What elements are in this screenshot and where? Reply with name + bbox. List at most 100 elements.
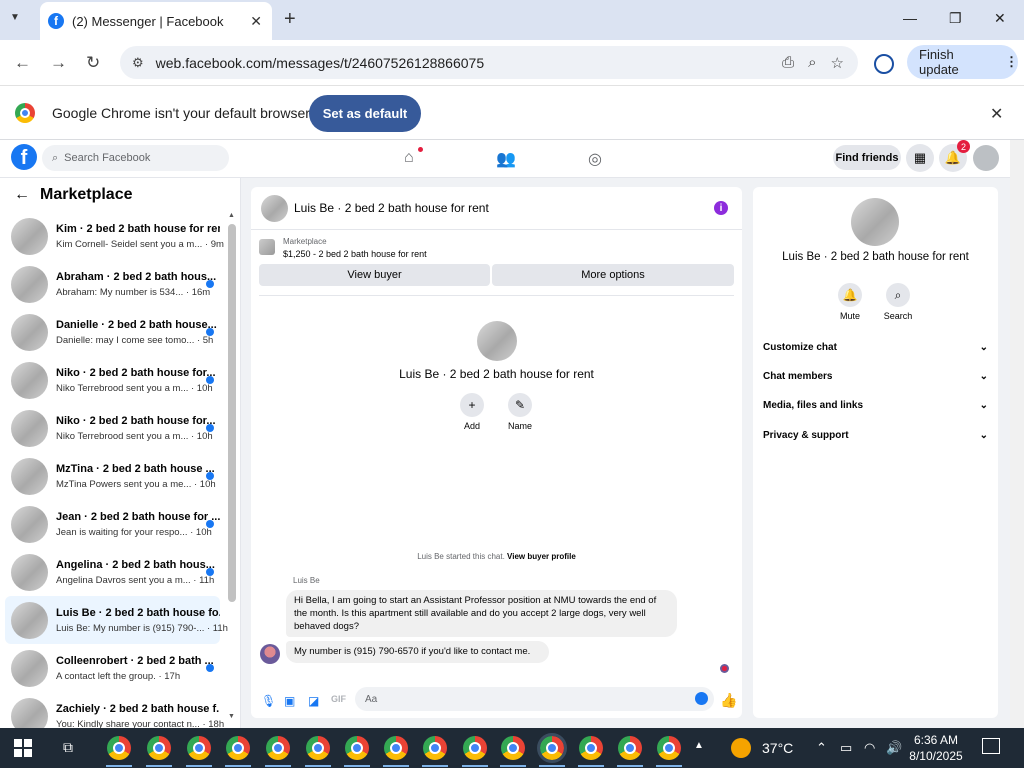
conversation-item[interactable]: MzTina · 2 bed 2 bath house ... MzTina Po…	[5, 452, 220, 500]
conversation-item[interactable]: Kim · 2 bed 2 bath house for rent Kim Cor…	[5, 212, 224, 260]
chat-members-section[interactable]: Chat members ⌄	[763, 371, 988, 382]
chat-title[interactable]: Luis Be · 2 bed 2 bath house for rent	[294, 201, 714, 215]
sidebar-scrollbar[interactable]	[228, 224, 236, 602]
show-hidden-icons-icon[interactable]: ⌃	[816, 740, 827, 756]
name-action[interactable]: ✎ Name	[500, 393, 540, 431]
listing-thumbnail[interactable]	[259, 239, 275, 255]
profile-icon[interactable]	[874, 54, 894, 74]
media-files-links-section[interactable]: Media, files and links ⌄	[763, 400, 988, 411]
chrome-taskbar-icon[interactable]	[463, 736, 487, 760]
scroll-up-icon[interactable]: ▲	[228, 212, 235, 219]
chrome-taskbar-icon[interactable]	[579, 736, 603, 760]
scroll-down-icon[interactable]: ▼	[228, 713, 235, 720]
tray-scroll-arrows-icon[interactable]: ▲	[694, 740, 704, 751]
view-buyer-button[interactable]: View buyer	[259, 264, 490, 286]
chrome-taskbar-icon[interactable]	[107, 736, 131, 760]
sticker-icon[interactable]: ◪	[308, 694, 319, 708]
url-text[interactable]: web.facebook.com/messages/t/246075261288…	[156, 55, 782, 71]
conversation-info-icon[interactable]: i	[714, 201, 728, 215]
temperature-text[interactable]: 37°C	[762, 740, 793, 756]
groups-icon[interactable]: ◎	[588, 149, 602, 169]
close-window-icon[interactable]: ✕	[994, 10, 1006, 27]
conversation-item[interactable]: Abraham · 2 bed 2 bath hous... Abraham: M…	[5, 260, 220, 308]
emoji-icon[interactable]	[695, 692, 708, 705]
conversation-item[interactable]: Zachiely · 2 bed 2 bath house f... You: K…	[5, 692, 224, 728]
sender-avatar[interactable]	[260, 644, 280, 664]
set-as-default-button[interactable]: Set as default	[309, 95, 421, 132]
search-action[interactable]: ⌕ Search	[878, 283, 918, 321]
conversation-item[interactable]: Niko · 2 bed 2 bath house for... Niko Ter…	[5, 404, 220, 452]
listing-title[interactable]: $1,250 - 2 bed 2 bath house for rent	[283, 249, 427, 259]
restore-icon[interactable]: ❐	[949, 10, 962, 27]
volume-icon[interactable]: 🔊	[886, 740, 902, 756]
chrome-taskbar-icon[interactable]	[147, 736, 171, 760]
more-options-button[interactable]: More options	[492, 264, 734, 286]
pencil-icon[interactable]: ✎	[508, 393, 532, 417]
add-action[interactable]: + Add	[452, 393, 492, 431]
weather-sun-icon[interactable]	[731, 738, 751, 758]
home-icon[interactable]: ⌂	[404, 149, 414, 167]
wifi-icon[interactable]: ◠	[864, 740, 875, 756]
close-tab-icon[interactable]: ✕	[250, 13, 262, 30]
chrome-taskbar-icon[interactable]	[345, 736, 369, 760]
thumbs-up-icon[interactable]: 👍	[720, 692, 737, 709]
privacy-support-section[interactable]: Privacy & support ⌄	[763, 430, 988, 441]
finish-update-button[interactable]: Finish update ⋮	[907, 45, 1018, 79]
gif-icon[interactable]: GIF	[331, 694, 346, 704]
device-icon[interactable]: ▭	[840, 740, 852, 756]
conversation-item[interactable]: Colleenrobert · 2 bed 2 bath ... A contac…	[5, 644, 220, 692]
reload-icon[interactable]: ↻	[86, 53, 100, 73]
microphone-icon[interactable]: 🎙	[261, 694, 276, 708]
chrome-taskbar-icon[interactable]	[306, 736, 330, 760]
add-person-icon[interactable]: +	[460, 393, 484, 417]
forward-icon[interactable]: →	[50, 53, 67, 73]
find-friends-button[interactable]: Find friends	[833, 145, 901, 170]
chrome-taskbar-icon[interactable]	[537, 733, 567, 763]
conversation-item[interactable]: Niko · 2 bed 2 bath house for... Niko Ter…	[5, 356, 220, 404]
facebook-logo-icon[interactable]: f	[11, 144, 37, 170]
account-avatar[interactable]	[973, 145, 999, 171]
chrome-taskbar-icon[interactable]	[187, 736, 211, 760]
message-bubble[interactable]: Hi Bella, I am going to start an Assista…	[286, 590, 677, 637]
new-tab-plus-icon[interactable]: +	[284, 8, 296, 31]
tab-search-chevron-icon[interactable]: ▼	[10, 12, 20, 23]
search-icon[interactable]: ⌕	[886, 283, 910, 307]
conversation-item[interactable]: Jean · 2 bed 2 bath house for ... Jean is…	[5, 500, 220, 548]
mute-action[interactable]: 🔔 Mute	[830, 283, 870, 321]
page-scrollbar[interactable]	[1010, 140, 1024, 728]
install-app-icon[interactable]: ⎙	[782, 54, 794, 71]
chrome-taskbar-icon[interactable]	[266, 736, 290, 760]
zoom-icon[interactable]: ⌕	[808, 54, 816, 71]
minimize-icon[interactable]: —	[903, 10, 917, 26]
message-input[interactable]: Aa	[355, 687, 714, 711]
clock[interactable]: 6:36 AM 8/10/2025	[905, 732, 967, 764]
chrome-taskbar-icon[interactable]	[384, 736, 408, 760]
site-info-icon[interactable]: ⚙	[132, 55, 144, 71]
chrome-taskbar-icon[interactable]	[501, 736, 525, 760]
conversation-item[interactable]: Danielle · 2 bed 2 bath house... Danielle…	[5, 308, 220, 356]
bookmark-star-icon[interactable]: ☆	[831, 54, 844, 72]
bell-icon[interactable]: 🔔	[838, 283, 862, 307]
windows-start-icon[interactable]	[14, 739, 32, 757]
task-view-icon[interactable]: ⧉	[63, 739, 73, 756]
close-infobar-icon[interactable]: ✕	[990, 104, 1003, 124]
chrome-taskbar-icon[interactable]	[226, 736, 250, 760]
chrome-taskbar-icon[interactable]	[423, 736, 447, 760]
message-bubble[interactable]: My number is (915) 790-6570 if you'd lik…	[286, 641, 549, 663]
friends-icon[interactable]: 👥	[496, 149, 516, 169]
browser-tab[interactable]: f (2) Messenger | Facebook ✕	[40, 2, 272, 40]
back-arrow-icon[interactable]: ←	[14, 186, 30, 204]
chrome-taskbar-icon[interactable]	[657, 736, 681, 760]
photo-icon[interactable]: ▣	[284, 694, 295, 708]
facebook-search-input[interactable]: ⌕ Search Facebook	[42, 145, 229, 171]
conversation-item[interactable]: Angelina · 2 bed 2 bath hous... Angelina …	[5, 548, 220, 596]
address-bar[interactable]: ⚙ web.facebook.com/messages/t/2460752612…	[120, 46, 858, 79]
back-icon[interactable]: ←	[14, 53, 31, 73]
view-buyer-profile-link[interactable]: View buyer profile	[507, 552, 576, 561]
chrome-taskbar-icon[interactable]	[618, 736, 642, 760]
customize-chat-section[interactable]: Customize chat ⌄	[763, 342, 988, 353]
conversation-item[interactable]: Luis Be · 2 bed 2 bath house fo... Luis B…	[5, 596, 228, 644]
notification-center-icon[interactable]	[982, 738, 1000, 754]
chat-avatar[interactable]	[261, 194, 288, 222]
menu-grid-icon[interactable]: ▦	[906, 144, 934, 172]
